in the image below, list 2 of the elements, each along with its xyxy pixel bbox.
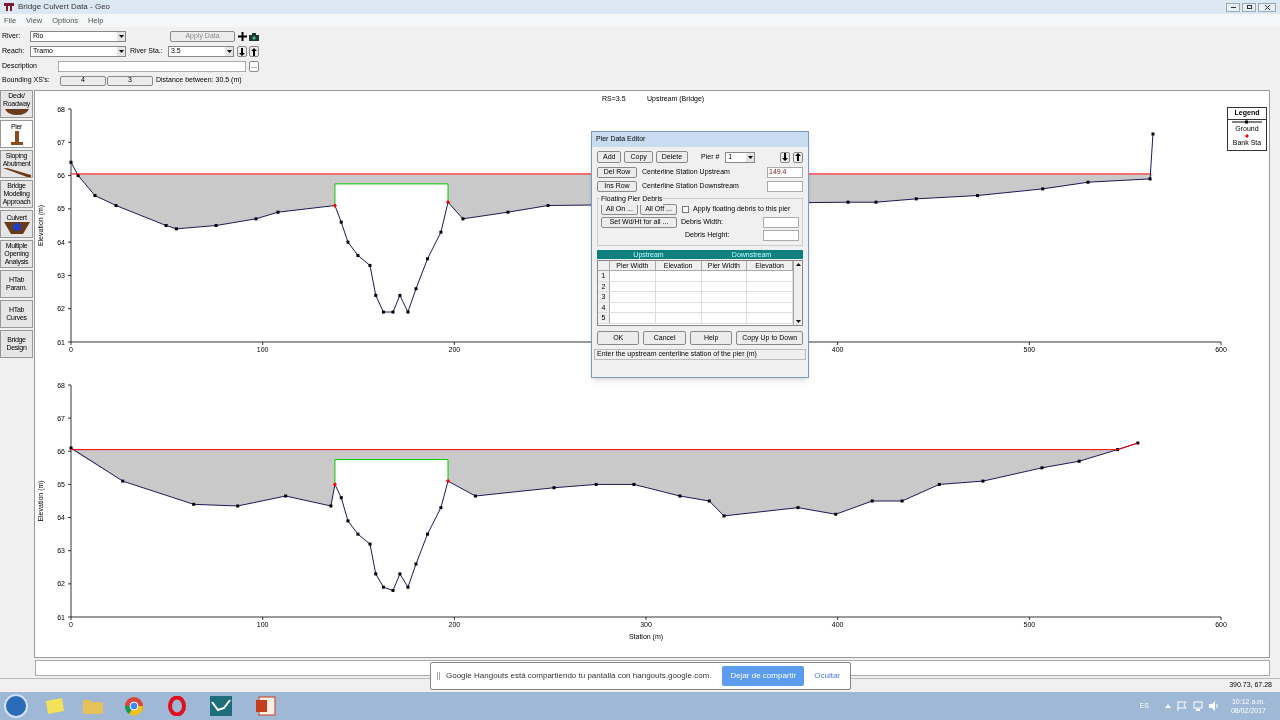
window-title: Bridge Culvert Data - Geo <box>18 1 111 13</box>
notification-text: Google Hangouts está compartiendo tu pantalla con hangouts.google.com. <box>446 670 712 682</box>
